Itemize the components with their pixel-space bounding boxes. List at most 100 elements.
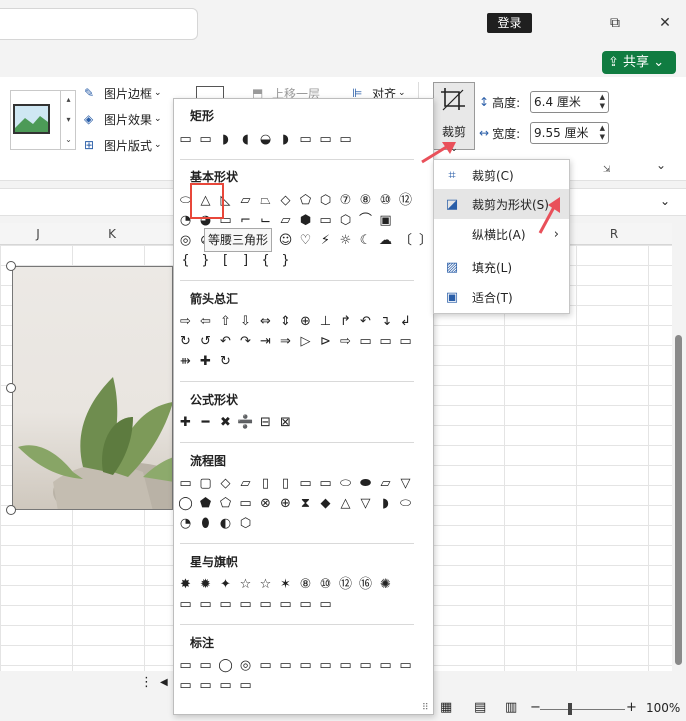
shape-thumb[interactable]: ▽: [396, 474, 415, 494]
shape-thumb[interactable]: [: [216, 251, 235, 271]
shape-thumb[interactable]: ◇: [276, 191, 295, 211]
shape-thumb[interactable]: ▭: [336, 130, 355, 150]
shape-thumb[interactable]: ⬠: [296, 191, 315, 211]
shape-thumb[interactable]: ⊟: [256, 413, 275, 433]
shape-thumb[interactable]: ▭: [336, 656, 355, 676]
shape-thumb[interactable]: ✖: [216, 413, 235, 433]
shape-row-callouts-1[interactable]: ▭ ▭ ◯ ◎ ▭ ▭ ▭ ▭ ▭ ▭ ▭ ▭: [176, 656, 415, 676]
shape-thumb[interactable]: ▭: [296, 595, 315, 615]
shape-thumb[interactable]: ▣: [376, 211, 395, 231]
shape-thumb[interactable]: ▯: [276, 474, 295, 494]
expand-formula-icon[interactable]: ⌄: [660, 194, 670, 208]
shape-thumb[interactable]: ↶: [356, 312, 375, 332]
shape-row-basic-4[interactable]: {}[]{}: [176, 251, 295, 271]
shape-thumb[interactable]: ◐: [216, 514, 235, 534]
shape-thumb[interactable]: ↷: [236, 332, 255, 352]
login-button[interactable]: 登录: [487, 13, 532, 33]
collapse-ribbon-icon[interactable]: ⌄: [656, 158, 666, 172]
shape-thumb[interactable]: ⬭: [396, 494, 415, 514]
normal-view-icon[interactable]: ▦: [440, 700, 452, 715]
shape-thumb[interactable]: ☆: [236, 575, 255, 595]
shape-thumb[interactable]: ▭: [276, 595, 295, 615]
shape-thumb[interactable]: ⇩: [236, 312, 255, 332]
shape-thumb[interactable]: ⬡: [236, 514, 255, 534]
shape-thumb[interactable]: ▭: [296, 656, 315, 676]
shape-thumb[interactable]: }: [276, 251, 295, 271]
height-spinner[interactable]: ▲ ▼: [600, 93, 605, 111]
restore-icon[interactable]: ⧉: [600, 10, 630, 36]
shape-thumb[interactable]: ▭: [376, 656, 395, 676]
shape-thumb[interactable]: ⇨: [336, 332, 355, 352]
shape-thumb[interactable]: {: [256, 251, 275, 271]
shape-thumb[interactable]: ✦: [216, 575, 235, 595]
shape-thumb[interactable]: ↱: [336, 312, 355, 332]
shape-thumb[interactable]: ▱: [236, 191, 255, 211]
menu-item-fill[interactable]: ▨ 填充(L): [434, 252, 569, 282]
zoom-level[interactable]: 100%: [646, 701, 680, 715]
shape-thumb[interactable]: ▭: [196, 595, 215, 615]
picture-border-button[interactable]: ✎ 图片边框 ⌄: [84, 82, 162, 104]
shape-thumb[interactable]: ☺: [276, 231, 295, 251]
resize-grip-icon[interactable]: ⠿: [422, 703, 429, 713]
shape-row-flow-1[interactable]: ▭ ▢ ◇ ▱ ▯ ▯ ▭ ▭ ⬭ ⬬ ▱ ▽: [176, 474, 415, 494]
shape-thumb[interactable]: ▯: [256, 474, 275, 494]
picture-style-thumb[interactable]: [13, 104, 50, 134]
shape-thumb[interactable]: ▭: [176, 676, 195, 696]
shape-thumb[interactable]: ✺: [376, 575, 395, 595]
shape-thumb[interactable]: ▭: [316, 656, 335, 676]
shape-row-rect[interactable]: ▭ ▭ ◗ ◖ ◒ ◗ ▭ ▭ ▭: [176, 130, 355, 150]
shape-thumb[interactable]: ▭: [196, 130, 215, 150]
shape-thumb[interactable]: ▭: [316, 211, 335, 231]
shape-row-arrows-3[interactable]: ⇻ ✚ ↻: [176, 352, 235, 372]
shape-thumb[interactable]: ◎: [236, 656, 255, 676]
shape-thumb[interactable]: ⊠: [276, 413, 295, 433]
column-header-j[interactable]: J: [0, 223, 76, 245]
shape-row-equation[interactable]: ✚ ━ ✖ ➗ ⊟ ⊠: [176, 413, 295, 433]
shape-thumb[interactable]: ⬡: [336, 211, 355, 231]
shape-thumb[interactable]: ↲: [396, 312, 415, 332]
shape-thumb[interactable]: ⑯: [356, 575, 375, 595]
picture-effect-button[interactable]: ◈ 图片效果 ⌄: [84, 108, 162, 130]
shape-thumb[interactable]: ☆: [256, 575, 275, 595]
resize-handle-bottom-left[interactable]: [6, 505, 16, 515]
shape-thumb[interactable]: ▭: [176, 130, 195, 150]
shape-thumb[interactable]: ⊳: [316, 332, 335, 352]
shape-thumb[interactable]: ✶: [276, 575, 295, 595]
shape-row-stars-1[interactable]: ✸ ✹ ✦ ☆ ☆ ✶ ⑧ ⑩ ⑫ ⑯ ✺: [176, 575, 395, 595]
shape-thumb[interactable]: ☼: [336, 231, 355, 251]
shape-thumb[interactable]: ♡: [296, 231, 315, 251]
shape-thumb[interactable]: ⬮: [196, 514, 215, 534]
shape-thumb[interactable]: ▭: [396, 656, 415, 676]
shape-thumb[interactable]: ◎: [176, 231, 195, 251]
shape-thumb[interactable]: ▭: [356, 656, 375, 676]
gallery-scroll-arrows[interactable]: ▴ ▾ ⌄: [60, 90, 76, 150]
shape-thumb[interactable]: ⑧: [356, 191, 375, 211]
shape-thumb[interactable]: ▭: [276, 656, 295, 676]
width-input[interactable]: 9.55 厘米 ▲ ▼: [530, 122, 609, 144]
shape-thumb[interactable]: ▭: [356, 332, 375, 352]
shape-thumb[interactable]: ⇨: [176, 312, 195, 332]
height-input[interactable]: 6.4 厘米 ▲ ▼: [530, 91, 609, 113]
shape-row-stars-2[interactable]: ▭ ▭ ▭ ▭ ▭ ▭ ▭ ▭: [176, 595, 335, 615]
shape-thumb[interactable]: ⬟: [196, 494, 215, 514]
shape-thumb[interactable]: ▭: [256, 595, 275, 615]
shape-thumb[interactable]: ▭: [316, 595, 335, 615]
size-dialog-launcher-icon[interactable]: ⇲: [603, 165, 611, 175]
shape-thumb[interactable]: ▭: [316, 474, 335, 494]
shape-row-callouts-2[interactable]: ▭ ▭ ▭ ▭: [176, 676, 255, 696]
shape-thumb[interactable]: ⊗: [256, 494, 275, 514]
page-break-view-icon[interactable]: ▥: [505, 700, 517, 715]
shape-thumb[interactable]: ▱: [276, 211, 295, 231]
shape-thumb[interactable]: ▢: [196, 474, 215, 494]
more-sheets-icon[interactable]: ⋮: [140, 675, 153, 690]
shape-row-arrows-2[interactable]: ↻ ↺ ↶ ↷ ⇥ ⇒ ▷ ⊳ ⇨ ▭ ▭ ▭: [176, 332, 415, 352]
shape-thumb[interactable]: ⊕: [296, 312, 315, 332]
shape-thumb[interactable]: ✚: [196, 352, 215, 372]
shape-thumb[interactable]: ⑧: [296, 575, 315, 595]
shape-thumb[interactable]: ↶: [216, 332, 235, 352]
shape-thumb[interactable]: ☁: [376, 231, 395, 251]
shape-thumb[interactable]: ▭: [216, 676, 235, 696]
shape-thumb[interactable]: ◖: [236, 130, 255, 150]
picture-layout-button[interactable]: ⊞ 图片版式 ⌄: [84, 134, 162, 156]
shape-thumb[interactable]: ▭: [176, 474, 195, 494]
